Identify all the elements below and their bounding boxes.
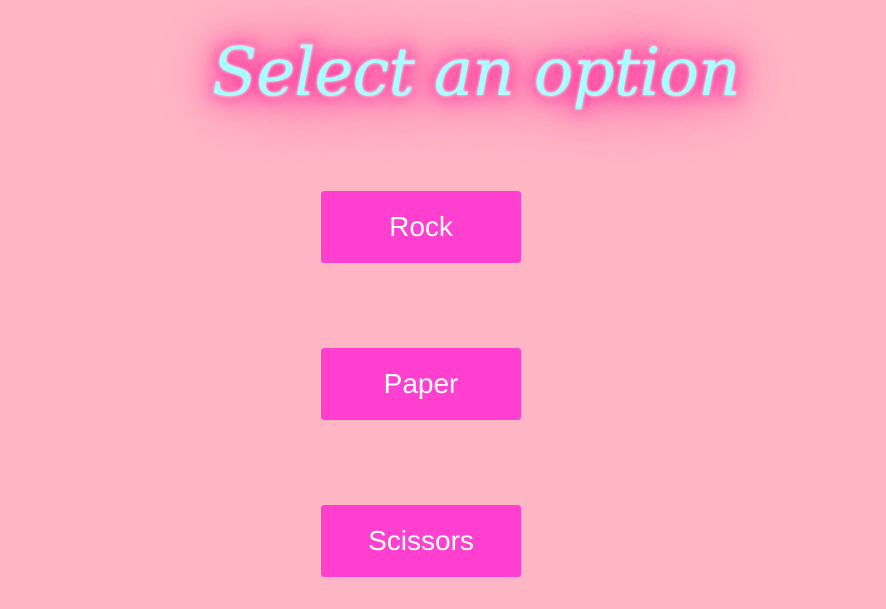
scissors-button[interactable]: Scissors bbox=[321, 505, 521, 577]
page-title: Select an option bbox=[212, 34, 741, 111]
game-screen: Select an option Rock Paper Scissors bbox=[0, 0, 886, 609]
paper-button[interactable]: Paper bbox=[321, 348, 521, 420]
rock-button[interactable]: Rock bbox=[321, 191, 521, 263]
